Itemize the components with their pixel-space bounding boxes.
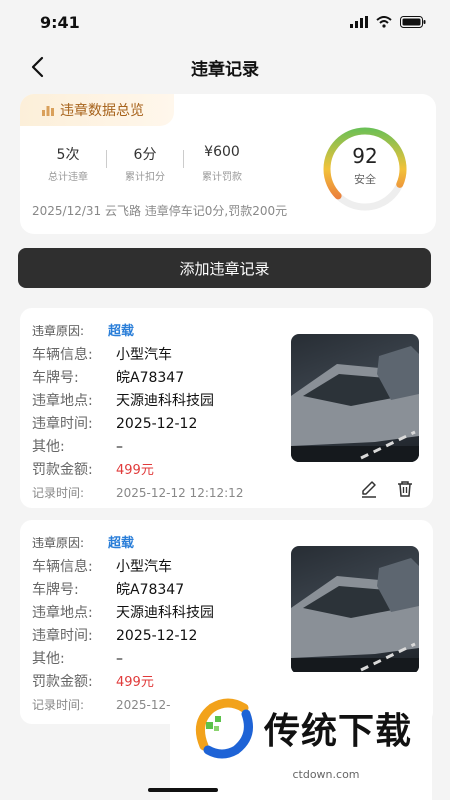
edit-button[interactable] (358, 478, 380, 500)
violation-photo[interactable] (291, 546, 419, 674)
other-row: 其他: – (32, 436, 123, 456)
plate-row: 车牌号: 皖A78347 (32, 579, 184, 599)
watermark: 传统下载 ctdown.com (170, 672, 432, 800)
reason-row: 违章原因: 超载 (32, 320, 134, 339)
plate-value: 皖A78347 (116, 582, 185, 598)
safety-label: 安全 (354, 173, 376, 186)
other-row: 其他: – (32, 648, 123, 668)
recorded-row: 记录时间: 2025-12- (32, 696, 170, 713)
recorded-row: 记录时间: 2025-12-12 12:12:12 (32, 484, 243, 501)
violation-record-card[interactable]: 违章原因: 超载 车辆信息: 小型汽车 车牌号: 皖A78347 违章地点: 天… (20, 308, 433, 508)
stat-label: 累计罚款 (202, 172, 242, 183)
home-indicator[interactable] (148, 788, 218, 792)
plate-label: 车牌号: (32, 582, 79, 598)
time-row: 违章时间: 2025-12-12 (32, 413, 197, 433)
location-row: 违章地点: 天源迪科科技园 (32, 602, 214, 622)
status-icons (350, 16, 426, 28)
watermark-brand-row: 传统下载 (190, 696, 412, 760)
other-value: – (116, 651, 123, 667)
back-button[interactable] (22, 52, 52, 82)
other-label: 其他: (32, 439, 65, 455)
battery-icon (400, 16, 426, 28)
fine-row: 罚款金额: 499元 (32, 459, 154, 479)
fine-value: 499元 (116, 463, 154, 478)
recorded-value: 2025-12-12 12:12:12 (116, 486, 244, 500)
nav-bar: 违章记录 (0, 44, 450, 90)
time-row: 违章时间: 2025-12-12 (32, 625, 197, 645)
recorded-value: 2025-12- (116, 698, 171, 712)
stat-value: 5次 (56, 147, 80, 163)
plate-value: 皖A78347 (116, 370, 185, 386)
time-value: 2025-12-12 (116, 628, 198, 644)
stats-row: 5次 总计违章 6分 累计扣分 ¥600 累计罚款 (30, 144, 260, 183)
status-time: 9:41 (40, 12, 80, 32)
status-bar: 9:41 (0, 0, 450, 44)
other-label: 其他: (32, 651, 65, 667)
signal-icon (350, 16, 368, 28)
score-arc (323, 127, 407, 211)
stat-value: ¥600 (204, 144, 240, 160)
vehicle-label: 车辆信息: (32, 559, 93, 575)
summary-title: 违章数据总览 (60, 103, 144, 119)
chevron-left-icon (31, 56, 44, 78)
location-row: 违章地点: 天源迪科科技园 (32, 390, 214, 410)
vehicle-value: 小型汽车 (116, 347, 172, 363)
violation-photo[interactable] (291, 334, 419, 462)
summary-card: 违章数据总览 5次 总计违章 6分 累计扣分 ¥600 累计罚款 92 安全 2… (20, 94, 436, 234)
time-label: 违章时间: (32, 416, 93, 432)
recorded-label: 记录时间: (32, 698, 85, 712)
car-crash-photo (291, 346, 419, 462)
watermark-url: ctdown.com (292, 768, 360, 781)
time-label: 违章时间: (32, 628, 93, 644)
safety-score-gauge: 92 安全 (320, 124, 410, 214)
pencil-icon (362, 481, 376, 498)
stat-value: 6分 (133, 147, 157, 163)
recorded-label: 记录时间: (32, 486, 85, 500)
location-label: 违章地点: (32, 393, 93, 409)
bar-chart-icon (42, 106, 54, 116)
fine-value: 499元 (116, 675, 154, 690)
add-record-button[interactable]: 添加违章记录 (18, 248, 431, 288)
watermark-brand: 传统下载 (263, 711, 412, 752)
delete-button[interactable] (394, 478, 416, 500)
reason-value: 超载 (108, 536, 135, 551)
stat-label: 累计扣分 (125, 172, 165, 183)
fine-row: 罚款金额: 499元 (32, 671, 154, 691)
stat-label: 总计违章 (48, 172, 88, 183)
vehicle-row: 车辆信息: 小型汽车 (32, 556, 172, 576)
reason-row: 违章原因: 超载 (32, 532, 134, 551)
location-label: 违章地点: (32, 605, 93, 621)
summary-header: 违章数据总览 (20, 94, 174, 126)
vehicle-label: 车辆信息: (32, 347, 93, 363)
vehicle-row: 车辆信息: 小型汽车 (32, 344, 172, 364)
plate-row: 车牌号: 皖A78347 (32, 367, 184, 387)
score-ring (323, 127, 407, 211)
stat-total-violations: 5次 总计违章 (30, 144, 106, 183)
other-value: – (116, 439, 123, 455)
reason-label: 违章原因: (32, 536, 85, 550)
time-value: 2025-12-12 (116, 416, 198, 432)
stat-total-points: 6分 累计扣分 (107, 144, 183, 183)
reason-label: 违章原因: (32, 324, 85, 338)
car-crash-photo (291, 558, 419, 674)
fine-label: 罚款金额: (32, 674, 93, 690)
location-value: 天源迪科科技园 (116, 605, 214, 621)
page-title: 违章记录 (191, 59, 259, 80)
trash-icon (398, 481, 412, 497)
vehicle-value: 小型汽车 (116, 559, 172, 575)
location-value: 天源迪科科技园 (116, 393, 214, 409)
plate-label: 车牌号: (32, 370, 79, 386)
reason-value: 超载 (108, 324, 135, 339)
stat-total-fines: ¥600 累计罚款 (184, 144, 260, 183)
safety-score: 92 (352, 144, 378, 168)
fine-label: 罚款金额: (32, 462, 93, 478)
brand-logo-icon (195, 698, 253, 759)
latest-violation-text: 2025/12/31 云飞路 违章停车记0分,罚款200元 (32, 204, 288, 218)
wifi-icon (376, 16, 392, 28)
